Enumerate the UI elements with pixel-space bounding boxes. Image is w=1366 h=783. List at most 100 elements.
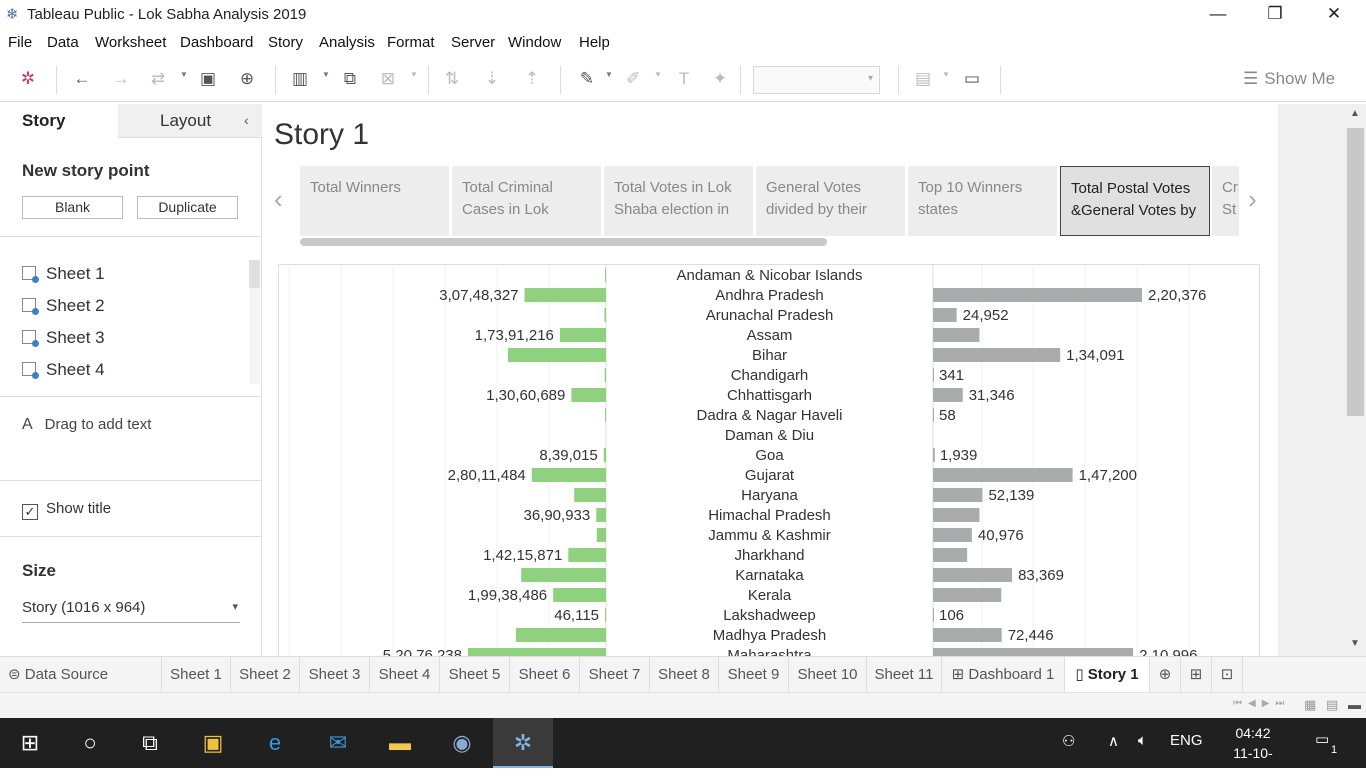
tab-sheet-8[interactable]: Sheet 8 bbox=[650, 657, 719, 693]
chevron-down-icon[interactable]: ▼ bbox=[322, 70, 330, 79]
next-story-point-arrow[interactable]: › bbox=[1248, 184, 1257, 215]
chevron-down-icon[interactable]: ▼ bbox=[654, 70, 662, 79]
menu-file[interactable]: File bbox=[8, 34, 32, 51]
search-icon[interactable]: ○ bbox=[60, 718, 120, 768]
story-title[interactable]: Story 1 bbox=[274, 118, 369, 152]
menu-data[interactable]: Data bbox=[47, 34, 79, 51]
story-point[interactable]: General Votes divided by their bbox=[756, 166, 905, 236]
windows-start-icon[interactable]: ⊞ bbox=[0, 718, 60, 768]
sheet-list-item[interactable]: Sheet 3 bbox=[22, 328, 105, 352]
sheet-list-item[interactable]: Sheet 4 bbox=[22, 360, 105, 384]
task-view-icon[interactable]: ⧉ bbox=[120, 718, 180, 768]
language-indicator[interactable]: ENG bbox=[1170, 732, 1203, 749]
tab-story-1[interactable]: ▯ Story 1 bbox=[1065, 657, 1150, 693]
story-point[interactable]: Top 10 Winners states bbox=[908, 166, 1057, 236]
chevron-down-icon[interactable]: ▼ bbox=[410, 70, 418, 79]
sheet-list-scrollbar[interactable] bbox=[249, 260, 260, 384]
tab-sheet-3[interactable]: Sheet 3 bbox=[300, 657, 370, 693]
sheet-list-item[interactable]: Sheet 2 bbox=[22, 296, 105, 320]
fit-icon[interactable]: ▤ bbox=[911, 68, 935, 92]
fit-dropdown[interactable] bbox=[753, 66, 880, 94]
duplicate-sheet-icon[interactable]: ⧉ bbox=[338, 68, 362, 92]
previous-story-point-arrow[interactable]: ‹ bbox=[274, 184, 283, 215]
close-button[interactable]: ✕ bbox=[1305, 0, 1363, 30]
tab-layout[interactable]: Layout bbox=[118, 104, 262, 138]
tab-sheet-10[interactable]: Sheet 10 bbox=[789, 657, 867, 693]
tableau-taskbar-icon[interactable]: ✲ bbox=[493, 718, 553, 768]
new-worksheet-icon[interactable]: ▥ bbox=[288, 68, 312, 92]
tab-sheet-6[interactable]: Sheet 6 bbox=[510, 657, 580, 693]
menu-format[interactable]: Format bbox=[387, 34, 435, 51]
text-label-icon[interactable]: T bbox=[672, 68, 696, 92]
save-icon[interactable]: ▣ bbox=[196, 68, 220, 92]
mail-icon[interactable]: ✉ bbox=[308, 718, 368, 768]
butterfly-bar-chart[interactable]: Andaman & Nicobar Islands Andhra Pradesh 3… bbox=[278, 264, 1260, 656]
scroll-down-icon[interactable]: ▼ bbox=[1350, 638, 1360, 649]
drag-to-add-text[interactable]: A Drag to add text bbox=[22, 416, 151, 434]
sort-ascending-icon[interactable]: ⇣ bbox=[480, 68, 504, 92]
checkbox-checked-icon[interactable]: ✓ bbox=[22, 504, 38, 520]
presentation-mode-icon[interactable]: ▭ bbox=[960, 68, 984, 92]
menu-story[interactable]: Story bbox=[268, 34, 303, 51]
store-icon[interactable]: ▣ bbox=[183, 718, 243, 768]
tab-dashboard-1[interactable]: ⊞ Dashboard 1 bbox=[942, 657, 1065, 693]
show-title-checkbox[interactable]: ✓ Show title bbox=[22, 500, 111, 520]
scrollbar-thumb[interactable] bbox=[1347, 128, 1364, 416]
edge-icon[interactable]: e bbox=[245, 718, 305, 768]
minimize-button[interactable]: — bbox=[1189, 0, 1247, 30]
sheet-list-item[interactable]: Sheet 1 bbox=[22, 264, 105, 288]
menu-help[interactable]: Help bbox=[579, 34, 610, 51]
menu-worksheet[interactable]: Worksheet bbox=[95, 34, 166, 51]
attach-icon[interactable]: ✐ bbox=[621, 68, 645, 92]
tab-sheet-5[interactable]: Sheet 5 bbox=[440, 657, 510, 693]
tab-data-source[interactable]: ⊜ Data Source bbox=[0, 657, 162, 693]
filmstrip-icon[interactable]: ▤ bbox=[1326, 697, 1338, 713]
file-explorer-icon[interactable]: ▬ bbox=[370, 718, 430, 768]
show-me-button[interactable]: ☰ Show Me bbox=[1243, 69, 1335, 89]
notifications-icon[interactable]: ▭ bbox=[1315, 730, 1329, 748]
menu-analysis[interactable]: Analysis bbox=[319, 34, 375, 51]
story-point[interactable]: Total Votes in Lok Shaba election in bbox=[604, 166, 753, 236]
sheet-sorter-icon[interactable]: ▦ bbox=[1304, 697, 1316, 713]
story-point[interactable]: Total Winners bbox=[300, 166, 449, 236]
vertical-scrollbar[interactable]: ▲ ▼ bbox=[1345, 104, 1366, 656]
menu-dashboard[interactable]: Dashboard bbox=[180, 34, 253, 51]
tab-sheet-7[interactable]: Sheet 7 bbox=[580, 657, 650, 693]
story-point[interactable]: Cri St bbox=[1212, 166, 1239, 236]
tab-sheet-1[interactable]: Sheet 1 bbox=[162, 657, 231, 693]
clear-sheet-icon[interactable]: ⊠ bbox=[376, 68, 400, 92]
pin-icon[interactable]: ✦ bbox=[708, 68, 732, 92]
story-points-scrollbar[interactable] bbox=[300, 238, 827, 246]
tab-story[interactable]: Story bbox=[0, 104, 118, 138]
volume-icon[interactable]: 🔈︎ bbox=[1138, 732, 1147, 749]
tab-sheet-11[interactable]: Sheet 11 bbox=[867, 657, 942, 693]
tab-sheet-9[interactable]: Sheet 9 bbox=[719, 657, 789, 693]
duplicate-button[interactable]: Duplicate bbox=[137, 196, 238, 219]
chevron-down-icon[interactable]: ▼ bbox=[605, 70, 613, 79]
collapse-pane-icon[interactable]: ‹ bbox=[244, 112, 249, 128]
tab-sheet-4[interactable]: Sheet 4 bbox=[370, 657, 440, 693]
camera-icon[interactable]: ◉ bbox=[432, 718, 492, 768]
swap-rows-columns-icon[interactable]: ⇅ bbox=[440, 68, 464, 92]
sort-descending-icon[interactable]: ⇡ bbox=[520, 68, 544, 92]
clock[interactable]: 04:42 11-10-2023 bbox=[1218, 723, 1288, 783]
menu-server[interactable]: Server bbox=[451, 34, 495, 51]
redo-icon[interactable]: → bbox=[109, 68, 133, 92]
tab-sheet-2[interactable]: Sheet 2 bbox=[231, 657, 300, 693]
scroll-up-icon[interactable]: ▲ bbox=[1350, 108, 1360, 119]
menu-window[interactable]: Window bbox=[508, 34, 561, 51]
new-data-source-icon[interactable]: ⊕ bbox=[235, 68, 259, 92]
scrollbar-thumb[interactable] bbox=[249, 260, 260, 288]
people-icon[interactable]: ⚇ bbox=[1062, 732, 1075, 750]
chevron-down-icon[interactable]: ▼ bbox=[942, 70, 950, 79]
highlight-icon[interactable]: ✎ bbox=[575, 68, 599, 92]
restore-button[interactable]: ❐ bbox=[1246, 0, 1304, 30]
tableau-logo-icon[interactable]: ✲ bbox=[16, 68, 40, 92]
sheet-navigation-arrows[interactable]: ⏮◀▶⏭ bbox=[1233, 698, 1290, 709]
story-size-dropdown[interactable]: Story (1016 x 964) bbox=[22, 599, 240, 623]
new-dashboard-tab-icon[interactable]: ⊞ bbox=[1181, 657, 1212, 693]
new-worksheet-tab-icon[interactable]: ⊕ bbox=[1150, 657, 1181, 693]
replace-data-icon[interactable]: ⇄ bbox=[146, 68, 170, 92]
tabs-view-icon[interactable]: ▬ bbox=[1348, 697, 1361, 712]
chevron-down-icon[interactable]: ▼ bbox=[180, 70, 188, 79]
